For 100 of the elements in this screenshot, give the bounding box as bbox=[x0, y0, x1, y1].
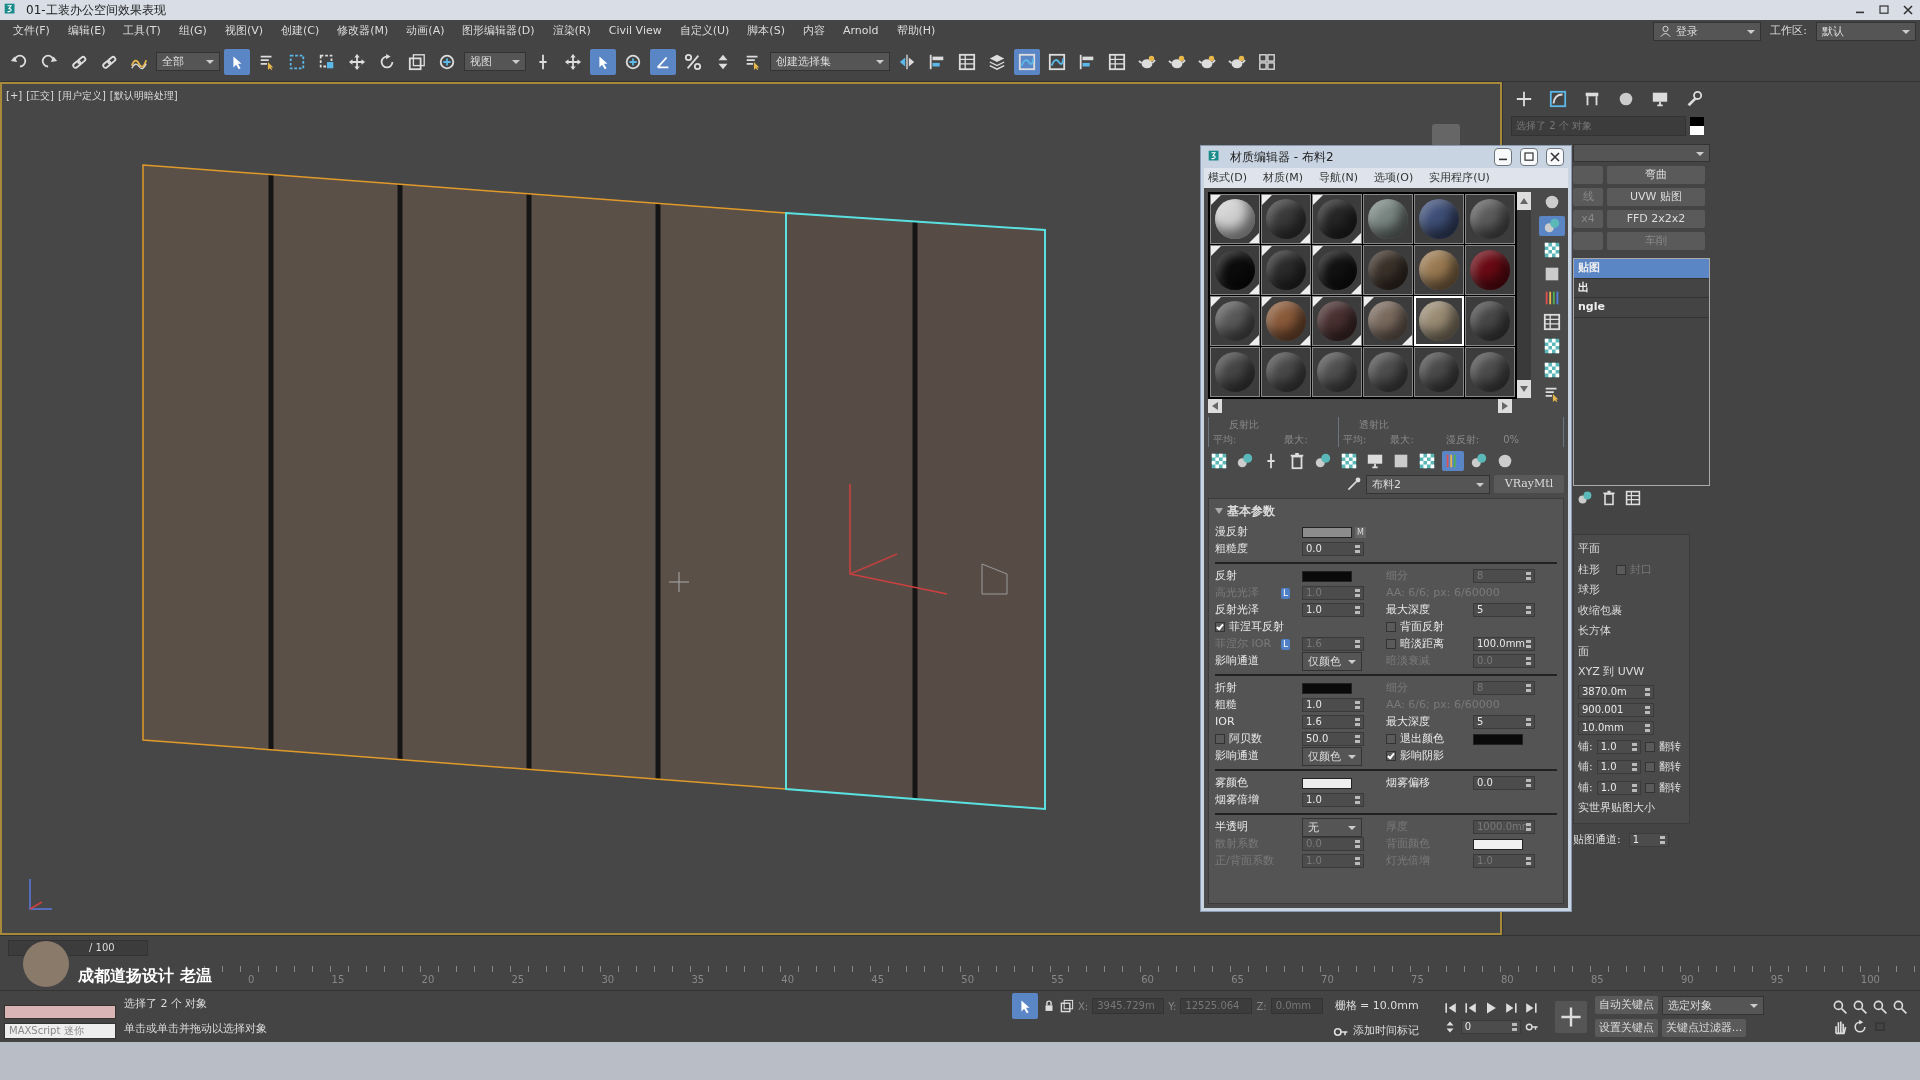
eyedropper-icon[interactable] bbox=[1346, 476, 1362, 493]
mapping-option[interactable]: XYZ 到 UVW bbox=[1578, 664, 1645, 681]
color-swatch[interactable] bbox=[1302, 682, 1352, 694]
spinner-field[interactable]: 1.0 bbox=[1302, 603, 1364, 618]
add-time-tag-link[interactable]: 添加时间标记 bbox=[1352, 1023, 1419, 1040]
checkbox[interactable] bbox=[1644, 762, 1655, 773]
modifier-button[interactable]: 弯曲 bbox=[1607, 166, 1705, 184]
checkbox[interactable] bbox=[1386, 734, 1396, 745]
checker-icon[interactable] bbox=[1543, 360, 1561, 379]
mapping-option[interactable]: 收缩包裹 bbox=[1578, 602, 1622, 619]
auto-key-button[interactable]: 自动关键点 bbox=[1594, 996, 1658, 1014]
color-swatch[interactable] bbox=[1302, 777, 1352, 789]
plus-icon[interactable] bbox=[1515, 90, 1533, 108]
menu-item[interactable]: 帮助(H) bbox=[887, 20, 945, 42]
checker-icon[interactable] bbox=[1418, 451, 1436, 470]
spinner-field[interactable]: 1.0 bbox=[1302, 698, 1364, 713]
dropdown[interactable]: 仅颜色 bbox=[1302, 746, 1362, 766]
modifier-button[interactable]: UVW 贴图 bbox=[1607, 188, 1705, 206]
rotate-icon[interactable] bbox=[1852, 1018, 1868, 1035]
menu-item[interactable]: 工具(T) bbox=[114, 20, 170, 42]
menu-item[interactable]: 自定义(U) bbox=[670, 20, 739, 42]
checkbox[interactable] bbox=[1386, 622, 1396, 633]
spinner-field[interactable]: 100.0mm bbox=[1473, 637, 1535, 652]
modifier-button[interactable]: FFD 2x2x2 bbox=[1607, 210, 1705, 228]
monitor-icon[interactable] bbox=[1651, 90, 1669, 108]
color-swatch[interactable] bbox=[1302, 570, 1352, 582]
menu-item[interactable]: 动画(A) bbox=[397, 20, 454, 42]
menu-item[interactable]: 实用程序(U) bbox=[1429, 169, 1490, 187]
mapping-option[interactable]: 面 bbox=[1578, 643, 1589, 660]
layers-icon[interactable] bbox=[988, 52, 1006, 71]
checkbox[interactable] bbox=[1644, 782, 1655, 793]
key-mode-dropdown[interactable]: 选定对象 bbox=[1661, 996, 1764, 1015]
spheres-icon[interactable] bbox=[1314, 451, 1332, 470]
stack-item[interactable]: ngle bbox=[1574, 298, 1709, 318]
color-swatch[interactable] bbox=[1302, 526, 1352, 538]
scale-icon[interactable] bbox=[1060, 999, 1074, 1014]
graph-icon[interactable] bbox=[1048, 52, 1066, 71]
zoom-icon[interactable] bbox=[1832, 998, 1848, 1015]
percent-snap-icon[interactable] bbox=[684, 52, 702, 71]
spinner-field[interactable]: 10.0mm bbox=[1578, 720, 1654, 735]
menu-item[interactable]: 图形编辑器(D) bbox=[453, 20, 544, 42]
table-icon[interactable] bbox=[1625, 490, 1641, 506]
spinner-field[interactable]: 3870.0m bbox=[1578, 684, 1654, 699]
menu-item[interactable]: 修改器(M) bbox=[328, 20, 398, 42]
menu-item[interactable]: 视图(V) bbox=[215, 20, 272, 42]
snap-icon[interactable] bbox=[438, 52, 456, 71]
workspace-dropdown[interactable]: 默认 bbox=[1816, 21, 1916, 41]
checkbox[interactable] bbox=[1386, 639, 1396, 650]
stack-item[interactable]: 出 bbox=[1574, 278, 1709, 298]
mapping-option[interactable]: 平面 bbox=[1578, 541, 1600, 558]
align-icon[interactable] bbox=[928, 52, 946, 71]
table-icon[interactable] bbox=[1543, 312, 1561, 331]
frame-spinner[interactable]: 0 bbox=[1460, 1019, 1521, 1034]
spinner-field[interactable]: 1.0 bbox=[1596, 780, 1641, 795]
hierarchy-icon[interactable] bbox=[1583, 90, 1601, 108]
named-selection-dropdown[interactable]: 创建选择集 bbox=[770, 52, 890, 71]
wrench-icon[interactable] bbox=[1685, 90, 1703, 108]
zoom-icon[interactable] bbox=[1852, 998, 1868, 1015]
modifier-stack-list[interactable]: 贴图 出 ngle bbox=[1573, 258, 1710, 486]
menu-item[interactable]: 创建(C) bbox=[272, 20, 329, 42]
table-icon[interactable] bbox=[958, 52, 976, 71]
spinner-field[interactable]: 1.6 bbox=[1302, 715, 1364, 730]
move-icon[interactable] bbox=[348, 52, 366, 71]
mirror-icon[interactable] bbox=[898, 52, 916, 71]
selection-filter-dropdown[interactable]: 全部 bbox=[156, 52, 220, 71]
menu-item[interactable]: 选项(O) bbox=[1373, 169, 1414, 187]
spinner-field[interactable]: 900.001 bbox=[1578, 702, 1654, 717]
login-dropdown[interactable]: 登录 bbox=[1653, 21, 1762, 41]
menu-item[interactable]: 导航(N) bbox=[1319, 169, 1358, 187]
rect-select-icon[interactable] bbox=[288, 52, 306, 71]
spheres-icon[interactable] bbox=[1470, 451, 1488, 470]
sphere-icon[interactable] bbox=[1617, 90, 1635, 108]
menu-item[interactable]: 渲染(R) bbox=[543, 20, 600, 42]
checkbox[interactable] bbox=[1215, 622, 1225, 633]
spinner-field[interactable]: 1.0 bbox=[1302, 793, 1364, 808]
scale-icon[interactable] bbox=[408, 52, 426, 71]
window-select-icon[interactable] bbox=[318, 52, 336, 71]
checkbox[interactable] bbox=[1215, 734, 1225, 745]
spinner-field[interactable]: 50.0 bbox=[1302, 732, 1364, 747]
menu-item[interactable]: 组(G) bbox=[169, 20, 216, 42]
spinner-field[interactable]: 1.0 bbox=[1596, 739, 1641, 754]
checkbox[interactable] bbox=[1386, 751, 1396, 762]
collapse-arrow-icon[interactable] bbox=[1215, 506, 1223, 515]
checker-icon[interactable] bbox=[1210, 451, 1228, 470]
checker-icon[interactable] bbox=[1543, 240, 1561, 259]
reference-coordinate-dropdown[interactable]: 视图 bbox=[464, 52, 526, 71]
dropdown[interactable]: 仅颜色 bbox=[1302, 651, 1362, 671]
spinner-field[interactable]: 1 bbox=[1628, 832, 1669, 847]
zoom-icon[interactable] bbox=[1892, 998, 1908, 1015]
spinner-field[interactable]: 0.0 bbox=[1473, 776, 1535, 791]
mapping-option[interactable]: 柱形 bbox=[1578, 561, 1600, 578]
spinner-field[interactable]: 5 bbox=[1473, 603, 1535, 618]
spinner-field[interactable]: 1.0 bbox=[1596, 760, 1641, 775]
checkbox[interactable] bbox=[1644, 741, 1655, 752]
grid-icon[interactable] bbox=[1258, 52, 1276, 71]
spinner-field[interactable]: 5 bbox=[1473, 715, 1535, 730]
viewport-label[interactable]: [+] bbox=[6, 88, 23, 103]
viewport-label[interactable]: [默认明暗处理] bbox=[109, 88, 178, 103]
spinner-field[interactable]: 0.0 bbox=[1302, 542, 1364, 557]
color-swatch[interactable] bbox=[1473, 733, 1523, 745]
